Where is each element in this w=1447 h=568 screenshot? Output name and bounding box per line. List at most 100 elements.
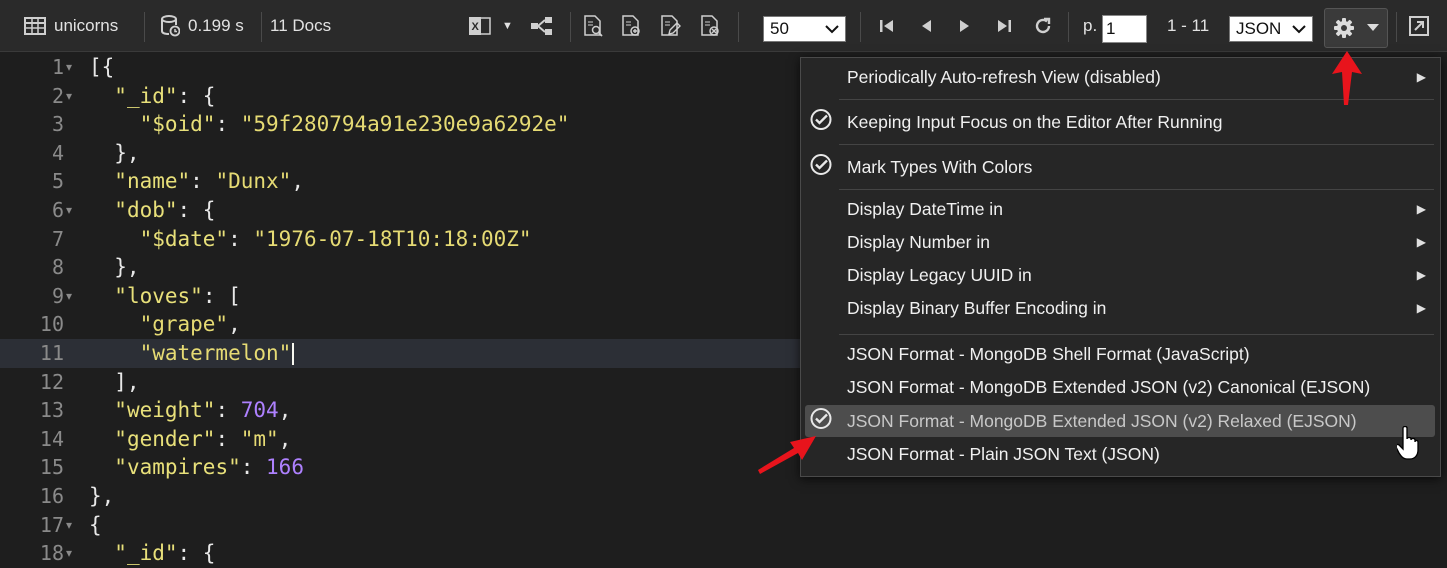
menu-item[interactable]: JSON Format - MongoDB Shell Format (Java…: [801, 338, 1440, 370]
submenu-arrow-icon: ▶: [1416, 268, 1426, 282]
line-number: 1: [51, 55, 64, 79]
page-number-input[interactable]: 1: [1102, 15, 1147, 43]
menu-item[interactable]: Display Binary Buffer Encoding in ▶: [801, 292, 1440, 324]
share-button[interactable]: [530, 0, 554, 52]
fold-toggle-icon[interactable]: ▾: [66, 53, 72, 82]
collection-tab[interactable]: unicorns: [24, 0, 118, 52]
code-token: ],: [89, 369, 140, 394]
menu-item-label: Display Number in: [847, 231, 990, 252]
last-page-button[interactable]: [995, 0, 1013, 52]
line-number: 2: [51, 83, 64, 108]
hand-pointer-cursor-icon: [1397, 426, 1419, 460]
first-page-button[interactable]: [878, 0, 896, 52]
code-token: : {: [177, 198, 216, 222]
line-number: 3: [51, 112, 64, 137]
delete-document-button[interactable]: [699, 0, 721, 52]
view-mode-select[interactable]: JSON: [1229, 16, 1313, 42]
code-token: :: [228, 226, 254, 251]
record-range: 1 - 11: [1167, 16, 1210, 35]
svg-text:X: X: [472, 21, 480, 33]
menu-item[interactable]: Display DateTime in ▶: [801, 193, 1440, 225]
chevron-down-icon: [1292, 19, 1306, 39]
code-line: "grape",: [89, 310, 241, 339]
menu-item-label: JSON Format - MongoDB Extended JSON (v2)…: [847, 410, 1357, 431]
separator: [1396, 12, 1397, 42]
line-number: 14: [39, 426, 64, 451]
menu-item[interactable]: Display Legacy UUID in ▶: [801, 259, 1440, 291]
line-number: 11: [39, 341, 64, 365]
fold-toggle-icon[interactable]: ▾: [66, 511, 72, 540]
line-number: 10: [39, 312, 64, 337]
menu-item[interactable]: Mark Types With Colors: [801, 147, 1440, 187]
menu-item-label: Display Legacy UUID in: [847, 264, 1032, 285]
open-in-new-window-button[interactable]: [1409, 0, 1429, 52]
triangle-right-icon: [957, 17, 973, 35]
code-token: "m": [240, 426, 279, 451]
code-line: "weight": 704,: [89, 396, 291, 425]
menu-item-label: JSON Format - Plain JSON Text (JSON): [847, 443, 1160, 464]
code-token: :: [240, 455, 267, 480]
external-window-icon: [1409, 16, 1429, 36]
code-line: ],: [89, 368, 140, 397]
code-token: "loves": [114, 283, 203, 308]
refresh-button[interactable]: [1033, 0, 1053, 52]
find-document-button[interactable]: [582, 0, 604, 52]
annotation-arrow-up: [1332, 51, 1362, 105]
code-token: [{: [89, 55, 115, 79]
menu-separator: [839, 334, 1434, 335]
document-delete-icon: [699, 15, 721, 37]
line-number: 7: [51, 226, 64, 251]
line-number: 16: [39, 484, 64, 508]
menu-item-label: JSON Format - MongoDB Shell Format (Java…: [847, 343, 1250, 364]
separator: [1068, 12, 1069, 42]
page-size-select[interactable]: 50: [763, 16, 846, 42]
submenu-arrow-icon: ▶: [1416, 202, 1426, 216]
code-line: "$date": "1976-07-18T10:18:00Z": [89, 225, 532, 254]
menu-separator: [839, 144, 1434, 145]
line-number: 6: [51, 198, 64, 222]
code-token: "gender": [114, 426, 216, 451]
triangle-left-icon: [918, 17, 934, 35]
database-timer-icon: [160, 15, 180, 37]
skip-first-icon: [878, 17, 896, 35]
previous-page-button[interactable]: [918, 0, 934, 52]
export-excel-button[interactable]: X ▼: [468, 0, 513, 52]
refresh-icon: [1033, 16, 1053, 36]
fold-toggle-icon[interactable]: ▾: [66, 282, 72, 311]
menu-item[interactable]: JSON Format - MongoDB Extended JSON (v2)…: [801, 371, 1440, 403]
submenu-arrow-icon: ▶: [1416, 235, 1426, 249]
line-number: 18: [39, 541, 64, 566]
menu-item[interactable]: Display Number in ▶: [801, 226, 1440, 258]
line-number: 17: [39, 512, 64, 537]
code-token: : {: [177, 83, 216, 108]
skip-last-icon: [995, 17, 1013, 35]
code-token: :: [215, 112, 241, 137]
code-line: "loves": [: [89, 282, 240, 311]
code-token: : {: [177, 541, 216, 566]
fold-toggle-icon[interactable]: ▾: [66, 196, 72, 225]
add-document-button[interactable]: [620, 0, 642, 52]
code-line: "vampires": 166: [89, 453, 304, 482]
code-token: "dob": [114, 198, 178, 222]
menu-item[interactable]: JSON Format - MongoDB Extended JSON (v2)…: [805, 405, 1435, 437]
fold-toggle-icon[interactable]: ▾: [66, 82, 72, 111]
menu-item-label: Display DateTime in: [847, 198, 1003, 219]
document-search-icon: [582, 15, 604, 37]
document-edit-icon: [659, 15, 681, 37]
menu-item[interactable]: Keeping Input Focus on the Editor After …: [801, 102, 1440, 142]
code-token: 166: [266, 455, 304, 480]
chevron-down-icon[interactable]: ▼: [502, 20, 513, 32]
fold-toggle-icon[interactable]: ▾: [66, 539, 72, 568]
separator: [860, 12, 861, 42]
settings-menu-button[interactable]: [1324, 8, 1388, 48]
separator: [144, 12, 145, 42]
next-page-button[interactable]: [957, 0, 973, 52]
code-line: },: [89, 139, 139, 168]
edit-document-button[interactable]: [659, 0, 681, 52]
menu-item[interactable]: JSON Format - Plain JSON Text (JSON): [801, 438, 1440, 470]
